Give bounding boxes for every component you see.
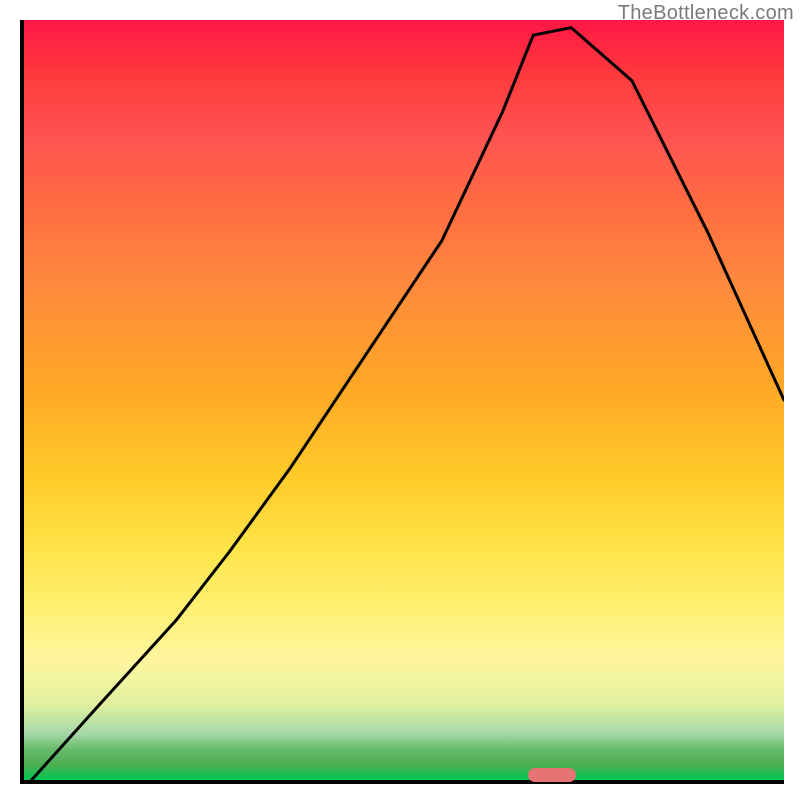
- bottleneck-curve: [24, 20, 784, 780]
- watermark-text: TheBottleneck.com: [618, 2, 794, 25]
- optimal-marker: [528, 768, 576, 782]
- chart-container: TheBottleneck.com: [0, 0, 800, 800]
- plot-area: [20, 20, 784, 784]
